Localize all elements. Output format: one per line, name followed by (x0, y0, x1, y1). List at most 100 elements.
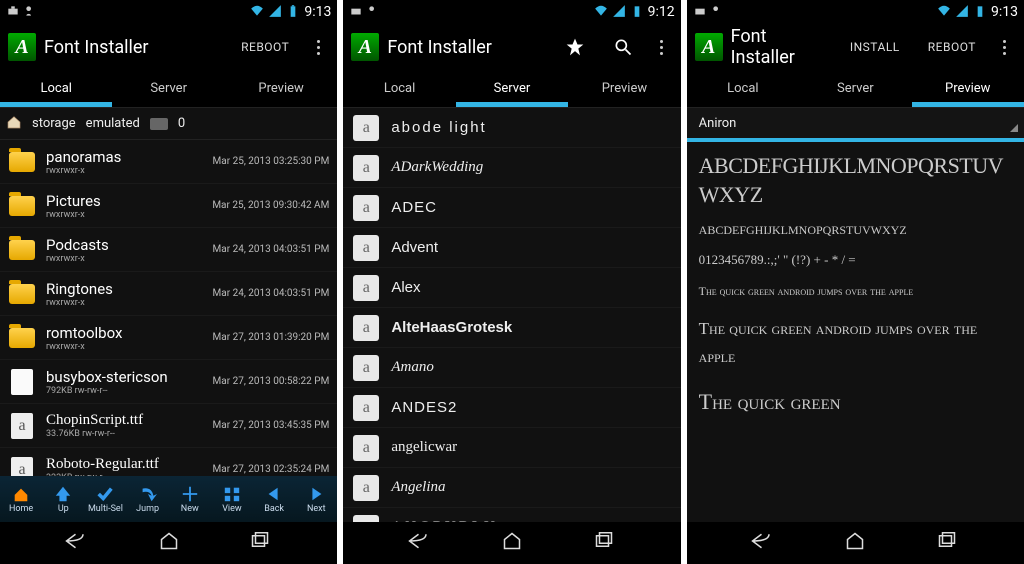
preview-sentence-sm: The quick green android jumps over the a… (699, 282, 1012, 301)
file-row[interactable]: aRoboto-Regular.ttf323KB rw-rw-r--Mar 27… (0, 448, 337, 476)
file-row[interactable]: aChopinScript.ttf33.76KB rw-rw-r--Mar 27… (0, 404, 337, 448)
crumb[interactable]: emulated (86, 116, 140, 131)
nav-home[interactable] (154, 528, 184, 558)
folder-icon (8, 280, 36, 308)
reboot-button[interactable]: REBOOT (231, 24, 299, 70)
toolbar-view[interactable]: View (211, 476, 253, 522)
font-row[interactable]: aAdvent (343, 228, 680, 268)
preview-sentence-lg: The quick green (699, 384, 1012, 419)
crumb[interactable]: storage (32, 116, 76, 131)
reboot-button[interactable]: REBOOT (918, 24, 986, 70)
server-font-list[interactable]: aabode lightaADarkWeddingaADECaAdventaAl… (343, 108, 680, 522)
app-bar: A Font Installer INSTALL REBOOT (687, 24, 1024, 70)
tab-local[interactable]: Local (0, 70, 112, 107)
font-select-spinner[interactable]: Aniron (687, 108, 1024, 142)
favorite-button[interactable] (555, 24, 595, 70)
toolbar-up[interactable]: Up (42, 476, 84, 522)
tab-preview[interactable]: Preview (225, 70, 337, 107)
install-button[interactable]: INSTALL (840, 24, 910, 70)
preview-upper: ABCDEFGHIJKLMNOPQRSTUVWXYZ (699, 152, 1012, 209)
toolbar-label: Jump (136, 504, 159, 514)
folder-icon (8, 324, 36, 352)
toolbar-jump[interactable]: Jump (127, 476, 169, 522)
toolbar-back[interactable]: Back (253, 476, 295, 522)
file-icon (8, 368, 36, 396)
file-perm: rwxrwxr-x (46, 254, 213, 264)
font-thumb-icon: a (353, 195, 379, 221)
overflow-menu[interactable] (994, 40, 1016, 55)
font-row[interactable]: aAlteHaasGrotesk (343, 308, 680, 348)
file-row[interactable]: busybox-stericson792KB rw-rw-r--Mar 27, … (0, 360, 337, 404)
folder-icon (8, 192, 36, 220)
search-button[interactable] (603, 24, 643, 70)
file-row[interactable]: panoramasrwxrwxr-xMar 25, 2013 03:25:30 … (0, 140, 337, 184)
file-perm: rwxrwxr-x (46, 166, 213, 176)
file-row[interactable]: romtoolboxrwxrwxr-xMar 27, 2013 01:39:20… (0, 316, 337, 360)
toolbar-multisel[interactable]: Multi-Sel (84, 476, 126, 522)
breadcrumb[interactable]: storage emulated 0 (0, 108, 337, 140)
folder-icon (8, 236, 36, 264)
tab-server[interactable]: Server (799, 70, 911, 107)
wifi-icon (594, 4, 608, 21)
nav-recent[interactable] (245, 528, 275, 558)
file-list[interactable]: panoramasrwxrwxr-xMar 25, 2013 03:25:30 … (0, 140, 337, 476)
font-row[interactable]: a ADEC (343, 188, 680, 228)
notif-icon (711, 4, 725, 21)
font-row[interactable]: aAlex (343, 268, 680, 308)
font-row[interactable]: aAmano (343, 348, 680, 388)
nav-back[interactable] (405, 528, 435, 558)
toolbar-next[interactable]: Next (295, 476, 337, 522)
nav-back[interactable] (748, 528, 778, 558)
font-row[interactable]: aangelicwar (343, 428, 680, 468)
tab-local[interactable]: Local (687, 70, 799, 107)
preview-pane[interactable]: ABCDEFGHIJKLMNOPQRSTUVWXYZ abcdefghijklm… (687, 142, 1024, 522)
nav-bar (343, 522, 680, 564)
notif-icon (693, 4, 707, 21)
toolbar-home[interactable]: Home (0, 476, 42, 522)
font-row[interactable]: aANGRYBLU (343, 508, 680, 522)
phone-server: 9:12 A Font Installer Local Server Previ… (343, 0, 680, 564)
font-row[interactable]: a Angelina (343, 468, 680, 508)
app-title: Font Installer (387, 37, 546, 58)
phone-preview: 9:13 A Font Installer INSTALL REBOOT Loc… (687, 0, 1024, 564)
file-perm: rwxrwxr-x (46, 342, 213, 352)
font-thumb-icon: a (353, 435, 379, 461)
tab-server[interactable]: Server (112, 70, 224, 107)
nav-recent[interactable] (589, 528, 619, 558)
nav-home[interactable] (497, 528, 527, 558)
toolbar-new[interactable]: New (169, 476, 211, 522)
file-row[interactable]: Podcastsrwxrwxr-xMar 24, 2013 04:03:51 P… (0, 228, 337, 272)
font-row[interactable]: aabode light (343, 108, 680, 148)
font-thumb-icon: a (353, 115, 379, 141)
app-logo: A (695, 33, 723, 61)
home-icon[interactable] (6, 114, 22, 134)
file-row[interactable]: Picturesrwxrwxr-xMar 25, 2013 09:30:42 A… (0, 184, 337, 228)
nav-home[interactable] (840, 528, 870, 558)
overflow-menu[interactable] (307, 40, 329, 55)
font-name: Advent (391, 239, 438, 256)
tab-preview[interactable]: Preview (568, 70, 680, 107)
file-name: Roboto-Regular.ttf (46, 456, 213, 473)
tab-local[interactable]: Local (343, 70, 455, 107)
toolbar-label: Back (264, 504, 284, 514)
overflow-menu[interactable] (651, 40, 673, 55)
font-name: Angelina (391, 479, 445, 496)
tab-server[interactable]: Server (456, 70, 568, 107)
font-name: ADEC (391, 199, 437, 216)
font-thumb-icon: a (353, 475, 379, 501)
file-row[interactable]: Ringtonesrwxrwxr-xMar 24, 2013 04:03:51 … (0, 272, 337, 316)
tab-preview[interactable]: Preview (912, 70, 1024, 107)
crumb[interactable]: 0 (178, 116, 185, 131)
font-row[interactable]: aADarkWedding (343, 148, 680, 188)
font-row[interactable]: aANDES2 (343, 388, 680, 428)
nav-back[interactable] (62, 528, 92, 558)
preview-sentence-md: The quick green android jumps over the a… (699, 315, 1012, 369)
nav-recent[interactable] (932, 528, 962, 558)
app-title: Font Installer (731, 26, 832, 68)
battery-icon (286, 4, 300, 21)
file-date: Mar 27, 2013 00:58:22 PM (213, 376, 330, 387)
notif-icon (349, 4, 363, 21)
file-toolbar: Home UpMulti-Sel Jump NewView Back Next (0, 476, 337, 522)
toolbar-label: Home (9, 504, 33, 514)
font-thumb-icon: a (353, 155, 379, 181)
